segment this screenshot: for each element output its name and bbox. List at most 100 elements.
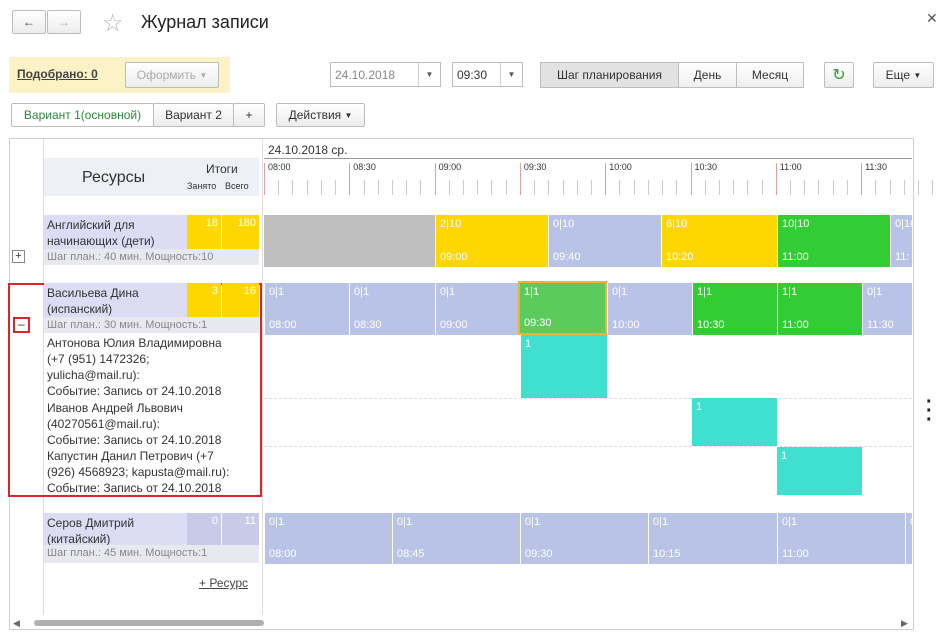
minor-tick	[406, 180, 408, 195]
time-tick	[349, 163, 351, 195]
slot[interactable]: 0|1011:	[890, 215, 912, 267]
forward-button[interactable]: →	[47, 10, 81, 34]
time-value: 09:30	[457, 67, 488, 82]
event-block[interactable]: 1	[777, 447, 862, 495]
more-vertical-icon[interactable]: · · ·	[926, 392, 933, 430]
refresh-button[interactable]: ↻	[824, 62, 854, 88]
minor-tick	[576, 180, 578, 195]
more-button[interactable]: Еще ▼	[873, 62, 934, 88]
minor-tick	[704, 180, 706, 195]
page-title: Журнал записи	[141, 12, 269, 32]
time-field[interactable]: 09:30 ▼	[452, 62, 523, 87]
minor-tick	[463, 180, 465, 195]
month-toggle[interactable]: Месяц	[736, 62, 804, 88]
event-block[interactable]: 1	[692, 398, 777, 446]
total-count: 180	[222, 215, 259, 249]
slot[interactable]: 0|1 09:00	[435, 283, 520, 335]
refresh-icon: ↻	[832, 67, 846, 84]
horizontal-scrollbar[interactable]	[34, 620, 264, 626]
minor-tick	[804, 180, 806, 195]
time-tick-label: 09:00	[438, 162, 462, 172]
minor-tick	[306, 180, 308, 195]
actions-label: Действия	[288, 108, 342, 122]
actions-button[interactable]: Действия ▼	[276, 103, 365, 127]
slot[interactable]: 0|1 08:00	[264, 283, 349, 335]
minor-tick	[448, 180, 450, 195]
slot[interactable]: 0|1 08:00	[264, 513, 392, 564]
time-tick	[434, 163, 436, 195]
selected-count-link[interactable]: Подобрано: 0	[17, 67, 98, 81]
arrow-right-icon: →	[58, 15, 70, 29]
minor-tick	[534, 180, 536, 195]
back-button[interactable]: ←	[12, 10, 46, 34]
event-block[interactable]: 1	[521, 335, 607, 398]
minor-tick	[633, 180, 635, 195]
minor-tick	[889, 180, 891, 195]
minor-tick	[932, 180, 934, 195]
slot[interactable]: 6|10 10:20	[661, 215, 777, 267]
tab-variant-2[interactable]: Вариант 2	[153, 103, 234, 127]
add-variant-button[interactable]: +	[233, 103, 265, 127]
slot[interactable]: 1|1 10:30	[692, 283, 777, 335]
resources-header: Ресурсы	[82, 169, 146, 186]
oformit-button[interactable]: Оформить ▼	[125, 62, 219, 88]
minor-tick	[662, 180, 664, 195]
slot[interactable]: 0	[905, 513, 912, 564]
chevron-down-icon[interactable]: ▼	[418, 63, 440, 86]
minor-tick	[846, 180, 848, 195]
step-toggle[interactable]: Шаг планирования	[540, 62, 679, 88]
slot[interactable]: 2|10 09:00	[435, 215, 548, 267]
slot[interactable]: 0|1 09:30	[520, 513, 648, 564]
client-entry[interactable]: Капустин Данил Петрович (+7 (926) 4568923…	[47, 448, 229, 496]
add-resource-link[interactable]: + Ресурс	[199, 576, 248, 590]
slot[interactable]: 0|1 11:00	[777, 513, 905, 564]
minor-tick	[320, 180, 322, 195]
minor-tick	[761, 180, 763, 195]
favorite-star-icon[interactable]: ☆	[102, 9, 124, 38]
minor-tick	[278, 180, 280, 195]
scroll-left-icon[interactable]: ◀	[13, 618, 20, 629]
minor-tick	[477, 180, 479, 195]
minor-tick	[790, 180, 792, 195]
slot[interactable]: 0|1 08:45	[392, 513, 520, 564]
time-tick-label: 10:30	[694, 162, 718, 172]
tab-variant-1[interactable]: Вариант 1(основной)	[11, 103, 154, 127]
expand-icon[interactable]: +	[12, 250, 25, 263]
chevron-down-icon[interactable]: ▼	[500, 63, 522, 86]
minor-tick	[420, 180, 422, 195]
minor-tick	[377, 180, 379, 195]
slot[interactable]: 10|10 11:00	[777, 215, 890, 267]
time-tick-label: 08:30	[353, 162, 376, 172]
slot[interactable]: 0|1 08:30	[349, 283, 435, 335]
chevron-down-icon: ▼	[199, 70, 208, 80]
busy-count: 18	[187, 215, 221, 249]
resource-meta: Шаг план.: 30 мин. Мощность:1	[44, 317, 259, 333]
slot[interactable]: 0|1 10:00	[607, 283, 692, 335]
total-count: 11	[222, 513, 259, 545]
date-field[interactable]: 24.10.2018 ▼	[330, 62, 441, 87]
close-icon[interactable]: ✕	[926, 10, 938, 27]
total-count: 16	[222, 283, 259, 317]
slot[interactable]: 0|10 09:40	[548, 215, 661, 267]
minor-tick	[619, 180, 621, 195]
day-toggle[interactable]: День	[678, 62, 737, 88]
time-tick	[264, 163, 265, 195]
time-tick-label: 11:00	[779, 162, 802, 172]
busy-count: 3	[187, 283, 221, 317]
resource-meta: Шаг план.: 40 мин. Мощность:10	[44, 249, 259, 265]
slot[interactable]: 1|1 11:00	[777, 283, 862, 335]
slot[interactable]: 0|1 11:30	[862, 283, 912, 335]
collapse-icon[interactable]: –	[13, 317, 30, 333]
selected-slot[interactable]: 1|1 09:30	[518, 281, 607, 335]
client-entry[interactable]: Антонова Юлия Владимировна (+7 (951) 1472…	[47, 335, 222, 399]
minor-tick	[590, 180, 592, 195]
client-entry[interactable]: Иванов Андрей Львович (40270561@mail.ru):…	[47, 400, 221, 448]
slot[interactable]: 0|1 10:15	[648, 513, 777, 564]
chevron-down-icon: ▼	[344, 110, 353, 120]
totals-header: Итоги	[206, 162, 238, 176]
time-tick	[861, 163, 863, 195]
minor-tick	[391, 180, 393, 195]
chevron-down-icon: ▼	[913, 70, 922, 80]
scroll-right-icon[interactable]: ▶	[901, 618, 908, 629]
time-tick-label: 11:30	[865, 162, 887, 172]
